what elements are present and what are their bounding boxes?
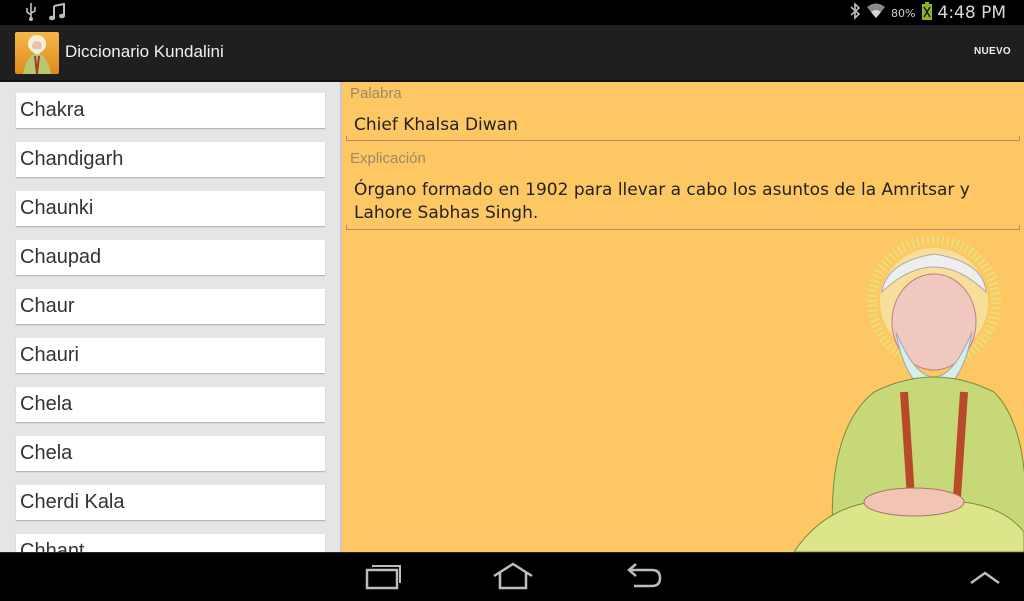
list-item[interactable]: Chhant [16,534,325,552]
word-field-underline [346,136,1020,141]
app-title: Diccionario Kundalini [65,42,224,61]
home-icon[interactable] [491,561,535,595]
detail-pane: Palabra Chief Khalsa Diwan Explicación Ó… [342,82,1024,552]
bluetooth-icon [849,2,861,24]
usb-icon [24,3,38,25]
explanation-field-line1[interactable]: Órgano formado en 1902 para llevar a cab… [354,179,970,202]
action-bar: Diccionario Kundalini NUEVO [0,25,1024,82]
explanation-label: Explicación [350,150,426,167]
word-list[interactable]: Chakra Chandigarh Chaunki Chaupad Chaur … [0,82,340,552]
guru-illustration [793,232,1024,552]
list-item[interactable]: Chakra [16,93,325,128]
list-item[interactable]: Chela [16,436,325,471]
wifi-icon [867,3,886,23]
new-button[interactable]: NUEVO [974,46,1011,57]
clock: 4:48 PM [937,3,1007,23]
list-item[interactable]: Chauri [16,338,325,373]
status-bar: 80% 4:48 PM [0,0,1024,25]
recent-apps-icon[interactable] [364,561,402,595]
explanation-field-underline [346,225,1020,230]
word-field[interactable]: Chief Khalsa Diwan [354,114,518,137]
list-item[interactable]: Cherdi Kala [16,485,325,520]
music-icon [48,2,66,25]
battery-icon [921,2,932,24]
app-logo-icon[interactable] [15,32,59,74]
back-icon[interactable] [624,561,664,595]
list-item[interactable]: Chaunki [16,191,325,226]
explanation-field-line2[interactable]: Lahore Sabhas Singh. [354,202,538,225]
chevron-up-icon[interactable] [968,561,1002,595]
list-item[interactable]: Chela [16,387,325,422]
list-item[interactable]: Chaupad [16,240,325,275]
word-label: Palabra [350,85,402,102]
list-item[interactable]: Chandigarh [16,142,325,177]
battery-percent: 80% [891,6,916,20]
navigation-bar [0,552,1024,601]
list-item[interactable]: Chaur [16,289,325,324]
